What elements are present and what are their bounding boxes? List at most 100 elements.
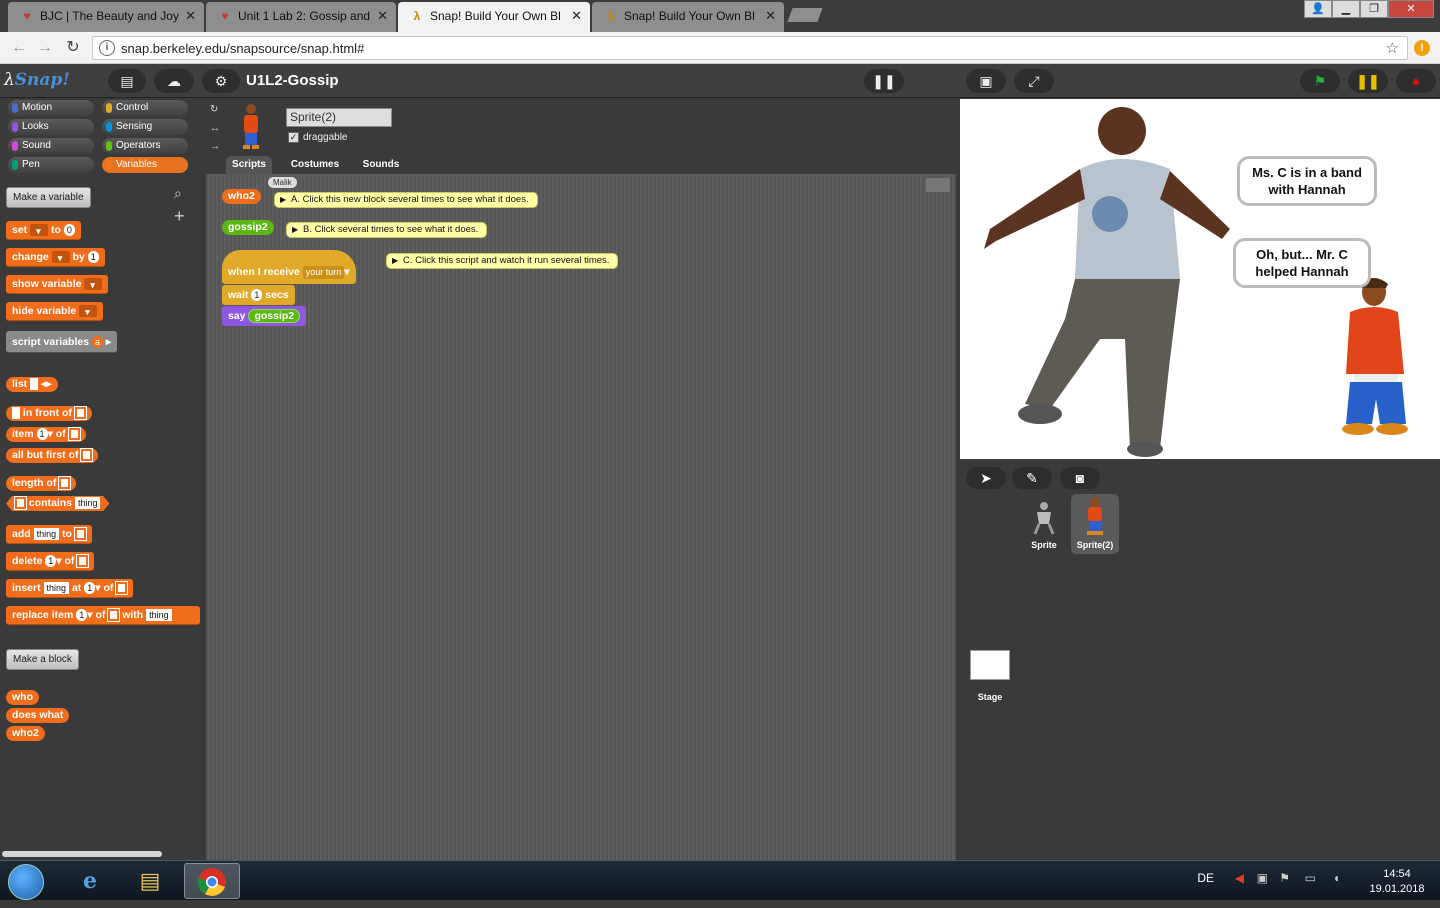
stop-icon: ● (1411, 73, 1421, 89)
change-block[interactable]: change by 1 (6, 248, 105, 268)
file-explorer-icon[interactable]: ▤ (122, 863, 178, 899)
item-of-reporter[interactable]: item 1 ▾ of (6, 427, 86, 442)
category-pen[interactable]: Pen (8, 157, 94, 173)
display-icon[interactable]: ▭ (1305, 871, 1316, 885)
sprite-icon-sprite[interactable]: Sprite (1020, 494, 1068, 554)
system-clock[interactable]: 14:54 19.01.2018 (1362, 867, 1432, 897)
close-tab-icon[interactable]: ✕ (765, 2, 776, 30)
category-operators[interactable]: Operators (102, 138, 188, 154)
insert-at-list-block[interactable]: insert thing at 1 ▾ of (6, 579, 134, 598)
draggable-checkbox[interactable]: ✓ draggable (288, 132, 347, 143)
rotation-style-flip-icon[interactable]: ↔ (210, 123, 220, 134)
stage-label[interactable]: Stage (970, 692, 1010, 702)
close-tab-icon[interactable]: ✕ (571, 2, 582, 30)
comment-a[interactable]: A. Click this new block several times to… (274, 192, 538, 208)
who-reporter[interactable]: who (6, 690, 39, 705)
rotation-style-rotate-icon[interactable]: ↻ (210, 104, 218, 115)
comment-b[interactable]: B. Click several times to see what it do… (286, 222, 488, 238)
browser-tab[interactable]: ♥ BJC | The Beauty and Joy ✕ (8, 2, 204, 32)
sprite-name-field[interactable]: Sprite(2) (286, 108, 392, 127)
show-variable-block[interactable]: show variable (6, 275, 109, 295)
category-sound[interactable]: Sound (8, 138, 94, 154)
minimize-button[interactable]: ▁ (1332, 0, 1360, 18)
back-arrow-icon[interactable]: ← (8, 37, 30, 59)
settings-button[interactable]: ⚙ (202, 69, 240, 93)
who2-block-instance[interactable]: who2 (222, 189, 261, 204)
when-i-receive-hat-block[interactable]: when I receive your turn ▾ (222, 250, 356, 284)
make-variable-button[interactable]: Make a variable (6, 187, 91, 208)
category-sensing[interactable]: Sensing (102, 119, 188, 135)
add-turtle-sprite-button[interactable]: ➤ (966, 467, 1006, 489)
internet-explorer-icon[interactable]: e (62, 863, 118, 899)
volume-muted-icon[interactable]: ◀ (1235, 871, 1244, 885)
scripting-area[interactable]: who2 Malik A. Click this new block sever… (206, 174, 956, 860)
who2-reporter[interactable]: who2 (6, 726, 45, 741)
search-blocks-icon[interactable]: ⌕ (174, 185, 182, 202)
keyboard-entry-icon[interactable] (926, 178, 950, 192)
category-motion[interactable]: Motion (8, 100, 94, 116)
delete-of-list-block[interactable]: delete 1 ▾ of (6, 552, 95, 571)
category-variables[interactable]: Variables (102, 157, 188, 173)
new-tab-button[interactable] (787, 8, 823, 22)
stage-thumbnail[interactable] (970, 650, 1010, 680)
wait-secs-block[interactable]: wait 1 secs (222, 285, 295, 305)
make-block-button[interactable]: Make a block (6, 649, 79, 670)
browser-tab-active[interactable]: λ Snap! Build Your Own Bl ✕ (398, 2, 590, 32)
in-front-of-reporter[interactable]: in front of (6, 406, 92, 421)
sprite-icon-sprite2[interactable]: Sprite(2) (1071, 494, 1119, 554)
paint-new-sprite-button[interactable]: ✎ (1012, 467, 1052, 489)
update-alert-icon[interactable]: ! (1414, 40, 1430, 56)
cloud-menu-button[interactable]: ☁ (154, 69, 194, 93)
stop-button[interactable]: ● (1396, 69, 1436, 93)
normal-stage-button[interactable]: ▣ (966, 69, 1006, 93)
forward-arrow-icon[interactable]: → (34, 37, 56, 59)
network-icon[interactable]: ▣ (1257, 871, 1268, 885)
corral-toolbar: ➤ ✎ ◙ (960, 460, 1440, 494)
script-variables-block[interactable]: script variables a ▸ (6, 331, 118, 353)
rotation-style-none-icon[interactable]: → (210, 141, 220, 152)
replace-item-block[interactable]: replace item 1 ▾ of with thing (6, 606, 200, 625)
does-what-reporter[interactable]: does what (6, 708, 70, 723)
tab-costumes[interactable]: Costumes (282, 156, 348, 174)
palette-scrollbar[interactable] (2, 851, 162, 857)
presentation-mode-button[interactable]: ⤢ (1014, 69, 1054, 93)
close-tab-icon[interactable]: ✕ (377, 2, 388, 30)
contains-predicate[interactable]: contains thing (6, 496, 109, 511)
speaker-icon[interactable]: ◖ (1333, 871, 1340, 885)
reload-icon[interactable]: ↻ (62, 37, 84, 59)
chrome-taskbar-icon[interactable] (184, 863, 240, 899)
add-to-list-block[interactable]: add thing to (6, 525, 92, 544)
set-block[interactable]: set to 0 (6, 221, 81, 241)
tab-sounds[interactable]: Sounds (356, 156, 406, 174)
camera-sprite-button[interactable]: ◙ (1060, 467, 1100, 489)
add-icon[interactable]: + (174, 206, 185, 227)
list-reporter[interactable]: list ◂▸ (6, 377, 58, 392)
all-but-first-reporter[interactable]: all but first of (6, 448, 99, 463)
close-window-button[interactable]: ✕ (1388, 0, 1434, 18)
user-icon[interactable]: 👤 (1304, 0, 1332, 18)
green-flag-button[interactable]: ⚑ (1300, 69, 1340, 93)
language-indicator[interactable]: DE (1197, 871, 1214, 885)
comment-c[interactable]: C. Click this script and watch it run se… (386, 253, 619, 269)
browser-tab[interactable]: ♥ Unit 1 Lab 2: Gossip and ✕ (206, 2, 396, 32)
file-menu-button[interactable]: ▤ (108, 69, 146, 93)
tab-scripts[interactable]: Scripts (226, 156, 272, 174)
stage[interactable]: Ms. C is in a band with Hannah Oh, but..… (960, 99, 1440, 459)
info-icon[interactable]: i (99, 40, 115, 56)
stage-size-toggle-button[interactable]: ❚❚ (864, 69, 904, 93)
windows-start-button[interactable] (8, 864, 44, 900)
close-tab-icon[interactable]: ✕ (185, 2, 196, 30)
pause-button[interactable]: ❚❚ (1348, 69, 1388, 93)
restore-button[interactable]: ❐ (1360, 0, 1388, 18)
length-of-reporter[interactable]: length of (6, 476, 77, 491)
address-bar[interactable]: i snap.berkeley.edu/snapsource/snap.html… (92, 36, 1408, 60)
snap-logo[interactable]: λSnap! (4, 70, 70, 90)
gossip2-block-instance[interactable]: gossip2 (222, 220, 274, 235)
action-center-flag-icon[interactable]: ⚑ (1279, 871, 1290, 885)
say-block[interactable]: say gossip2 (222, 306, 307, 326)
category-looks[interactable]: Looks (8, 119, 94, 135)
bookmark-star-icon[interactable]: ☆ (1386, 39, 1399, 57)
hide-variable-block[interactable]: hide variable (6, 302, 104, 322)
category-control[interactable]: Control (102, 100, 188, 116)
browser-tab[interactable]: λ Snap! Build Your Own Bl ✕ (592, 2, 784, 32)
